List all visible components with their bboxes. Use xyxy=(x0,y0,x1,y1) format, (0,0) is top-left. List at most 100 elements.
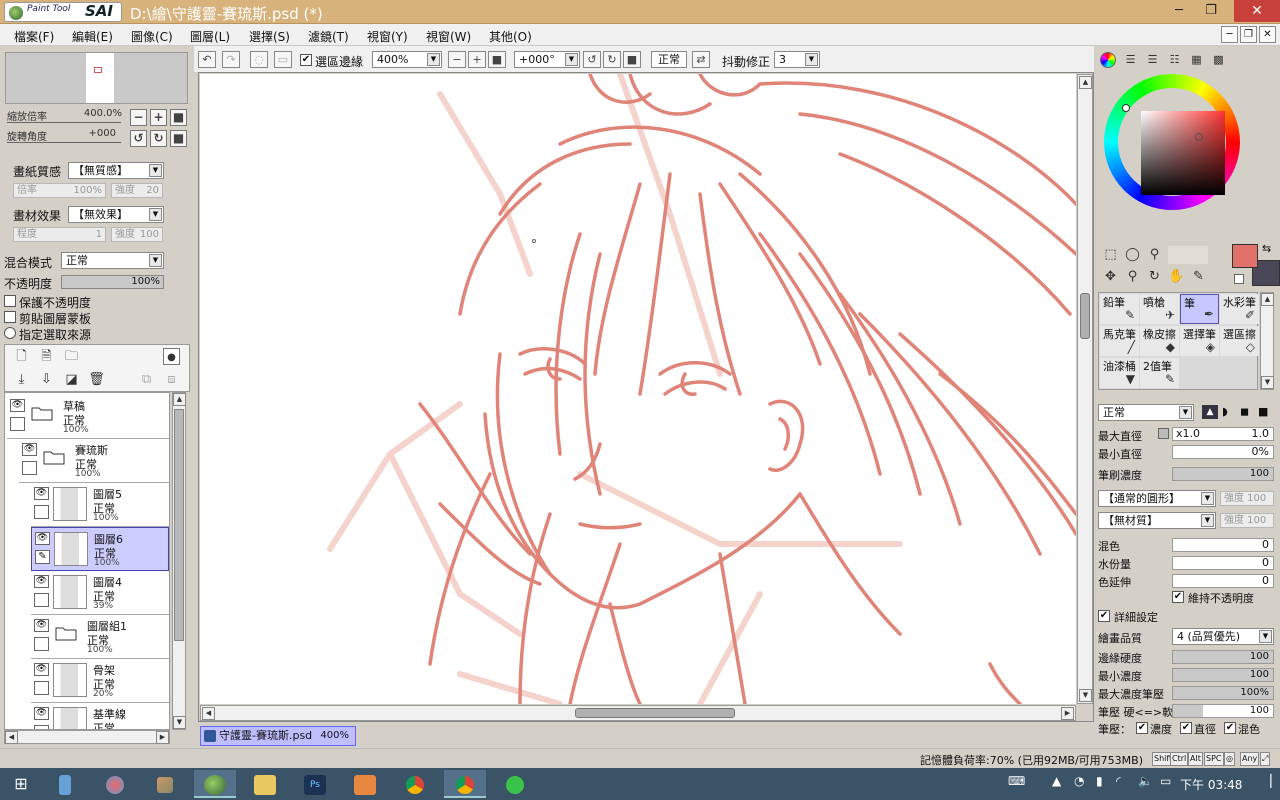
apply-mask-icon[interactable]: ⧉ xyxy=(138,371,155,388)
magic-wand-icon[interactable]: ⚲ xyxy=(1146,246,1163,263)
visibility-eye-icon[interactable]: 👁 xyxy=(22,443,37,456)
flip-icon[interactable]: ⇄ xyxy=(692,51,710,68)
rotate-right-button[interactable]: ↻ xyxy=(150,130,167,147)
max-size-field[interactable]: x1.0 1.0 xyxy=(1172,427,1274,441)
visibility-eye-icon[interactable]: 👁 xyxy=(10,399,25,412)
rect-select-icon[interactable]: ⬚ xyxy=(1102,246,1119,263)
layer-row[interactable]: 👁 草稿 正常 100% xyxy=(7,395,169,439)
blend-mode-select[interactable]: 正常 ▼ xyxy=(61,252,164,269)
layer-list-scroll-thumb[interactable] xyxy=(174,409,184,641)
menu-file[interactable]: 檔案(F) xyxy=(14,28,54,45)
visibility-eye-icon[interactable]: 👁 xyxy=(34,707,49,720)
zoom-slider[interactable] xyxy=(7,122,121,123)
canvas-hscrollbar[interactable]: ◀ ▶ xyxy=(200,705,1076,721)
layer-lock-checkbox[interactable] xyxy=(34,593,49,607)
quality-select[interactable]: 4 (品質優先) ▼ xyxy=(1172,628,1274,645)
taskbar-file-icon[interactable] xyxy=(44,770,86,798)
taskbar-paint-icon[interactable] xyxy=(94,770,136,798)
notification-icon[interactable]: ▭ xyxy=(1160,774,1171,788)
mdi-restore-icon[interactable]: ❐ xyxy=(1240,26,1257,43)
delete-layer-icon[interactable]: 🗑 xyxy=(88,371,105,388)
visibility-eye-icon[interactable]: 👁 xyxy=(34,487,49,500)
layer-row[interactable]: 👁 骨架 正常 20% xyxy=(31,659,169,703)
merge-down-icon[interactable]: ⇩ xyxy=(38,371,55,388)
toolbar-rotate-left-button[interactable]: ↺ xyxy=(583,51,601,68)
brush-eraser[interactable]: 橡皮擦 ◆ xyxy=(1140,326,1179,356)
new-folder-icon[interactable]: 🗀 xyxy=(63,348,80,365)
menu-image[interactable]: 圖像(C) xyxy=(131,28,173,45)
brush-shape-square-icon[interactable]: ■ xyxy=(1258,405,1272,419)
taskbar-line-icon[interactable] xyxy=(494,770,536,798)
material-strength-field[interactable]: 強度 100 xyxy=(111,227,163,242)
size-lock-icon[interactable] xyxy=(1158,428,1169,439)
swatches-tab-icon[interactable]: ▦ xyxy=(1188,51,1205,68)
detail-settings-checkbox[interactable]: ✔ xyxy=(1098,610,1110,622)
clear-layer-icon[interactable]: ◪ xyxy=(63,371,80,388)
max-pressure-slider[interactable]: 100% xyxy=(1172,686,1274,700)
zoom-reset-button[interactable]: ■ xyxy=(170,109,187,126)
texture-strength-field[interactable]: 強度 100 xyxy=(1220,513,1274,528)
menu-filter[interactable]: 濾鏡(T) xyxy=(308,28,349,45)
brush-mode-select[interactable]: 正常 ▼ xyxy=(1098,404,1194,421)
canvas-vscrollbar[interactable]: ▲ ▼ xyxy=(1077,74,1093,704)
menu-view[interactable]: 視窗(Y) xyxy=(367,28,408,45)
toolbar-zoom-in-button[interactable]: + xyxy=(468,51,486,68)
extend-field[interactable]: 0 xyxy=(1172,574,1274,588)
taskbar-chrome-icon[interactable] xyxy=(394,770,436,798)
pressure-density-checkbox[interactable]: ✔ xyxy=(1136,722,1148,734)
scratchpad-tab-icon[interactable]: ▩ xyxy=(1210,51,1227,68)
document-tab[interactable]: 守護靈-賽琉斯.psd 400% xyxy=(200,726,356,746)
angle-slider[interactable] xyxy=(7,142,121,143)
new-layer-icon[interactable]: 🗋 xyxy=(13,348,30,365)
brush-select-pen[interactable]: 選擇筆 ◈ xyxy=(1180,326,1219,356)
swap-colors-icon[interactable]: ⇆ xyxy=(1262,242,1271,255)
brush-shape-round-icon[interactable]: ◗ xyxy=(1222,405,1236,419)
color-mix-tab-icon[interactable]: ☷ xyxy=(1166,51,1183,68)
edge-slider[interactable]: 100 xyxy=(1172,650,1274,664)
brush-binary-pen[interactable]: 2值筆 ✎ xyxy=(1140,358,1179,388)
canvas-vscroll-thumb[interactable] xyxy=(1080,293,1090,339)
brush-marker[interactable]: 馬克筆 ╱ xyxy=(1100,326,1139,356)
eyedropper-icon[interactable]: ✎ xyxy=(1190,268,1207,285)
mdi-minimize-icon[interactable]: ─ xyxy=(1221,26,1238,43)
zoom-out-button[interactable]: − xyxy=(130,109,147,126)
brush-texture-select[interactable]: 【無材質】 ▼ xyxy=(1098,512,1216,529)
brush-watercolor[interactable]: 水彩筆 ✐ xyxy=(1220,294,1259,324)
transparent-color-icon[interactable] xyxy=(1234,274,1244,284)
taskbar-explorer-icon[interactable] xyxy=(244,770,286,798)
water-field[interactable]: 0 xyxy=(1172,556,1274,570)
layer-row[interactable]: 👁 圖層5 正常 100% xyxy=(31,483,169,527)
deselect-icon[interactable]: ◌ xyxy=(250,51,268,68)
layer-row[interactable]: 👁 ✎ 圖層6 正常 100% xyxy=(31,527,169,571)
toolbar-zoom-reset-button[interactable]: ■ xyxy=(488,51,506,68)
rotation-select[interactable]: +000° ▼ xyxy=(514,51,580,68)
layer-list-scrollbar[interactable]: ▲ ▼ xyxy=(172,392,186,730)
canvas-hscroll-thumb[interactable] xyxy=(575,708,735,718)
network-icon[interactable]: ▮ xyxy=(1096,774,1103,788)
mdi-close-icon[interactable]: ✕ xyxy=(1259,26,1276,43)
layer-mask-icon[interactable]: ● xyxy=(163,348,180,365)
toolbar-rotate-reset-button[interactable]: ■ xyxy=(623,51,641,68)
layer-lock-checkbox[interactable] xyxy=(34,637,49,651)
wifi-icon[interactable]: ◜ xyxy=(1116,774,1121,788)
paper-rate-field[interactable]: 倍率 100% xyxy=(13,183,106,198)
layer-lock-checkbox[interactable] xyxy=(10,417,25,431)
mix-field[interactable]: 0 xyxy=(1172,538,1274,552)
paper-texture-select[interactable]: 【無質感】 ▼ xyxy=(68,162,164,179)
pressure-mix-checkbox[interactable]: ✔ xyxy=(1224,722,1236,734)
pressure-slider[interactable]: 100 xyxy=(1172,704,1274,718)
brush-bucket[interactable]: 油漆桶 ▼ xyxy=(1100,358,1139,388)
tray-expand-icon[interactable]: ▲ xyxy=(1052,774,1061,788)
pressure-size-checkbox[interactable]: ✔ xyxy=(1180,722,1192,734)
redo-icon[interactable]: ↷ xyxy=(222,51,240,68)
color-wheel-tab-icon[interactable] xyxy=(1100,52,1116,68)
material-degree-field[interactable]: 程度 1 xyxy=(13,227,106,242)
brush-select-eraser[interactable]: 選區擦 ◇ xyxy=(1220,326,1259,356)
brush-shape-flat-icon[interactable]: ◼ xyxy=(1240,405,1254,419)
keyboard-icon[interactable]: ⌨ xyxy=(1008,774,1025,788)
zoom-select[interactable]: 400% ▼ xyxy=(372,51,442,68)
menu-select[interactable]: 選擇(S) xyxy=(249,28,290,45)
saturation-value-square[interactable] xyxy=(1141,111,1225,195)
hand-icon[interactable]: ✋ xyxy=(1168,268,1185,285)
layer-row[interactable]: 👁 圖層組1 正常 100% xyxy=(31,615,169,659)
